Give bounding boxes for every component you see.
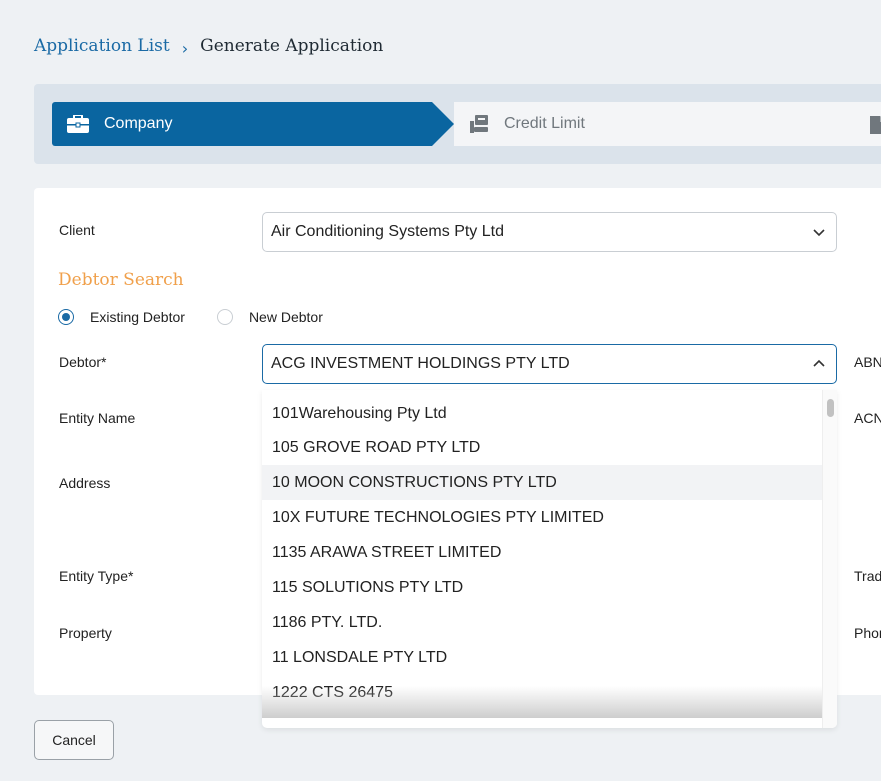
debtor-dropdown-list[interactable]: 101Warehousing Pty Ltd 105 GROVE ROAD PT… <box>262 390 837 728</box>
dropdown-option[interactable]: 1186 PTY. LTD. <box>262 605 822 640</box>
breadcrumb-application-list-link[interactable]: Application List <box>34 36 170 56</box>
acn-label: ACN <box>854 410 881 426</box>
scrollbar-thumb[interactable] <box>827 399 834 417</box>
phone-label: Phon <box>854 625 881 641</box>
existing-debtor-radio[interactable] <box>58 309 74 325</box>
entity-type-label: Entity Type* <box>59 568 134 584</box>
client-select-value: Air Conditioning Systems Pty Ltd <box>271 223 504 240</box>
dropdown-option[interactable]: 1135 ARAWA STREET LIMITED <box>262 535 822 570</box>
cancel-button[interactable]: Cancel <box>34 720 114 760</box>
property-label: Property <box>59 625 112 641</box>
step-credit-limit-label: Credit Limit <box>504 115 585 132</box>
debtor-type-radio-group: Existing Debtor New Debtor <box>58 309 355 325</box>
briefcase-icon <box>66 113 90 135</box>
address-label: Address <box>59 475 111 491</box>
client-label: Client <box>59 222 95 238</box>
chevron-right-icon: › <box>181 38 189 58</box>
client-select[interactable]: Air Conditioning Systems Pty Ltd <box>262 212 837 252</box>
entity-name-label: Entity Name <box>59 410 136 426</box>
step-track: Credit Limit <box>454 102 881 146</box>
dropdown-option[interactable]: 105 GROVE ROAD PTY LTD <box>262 430 822 465</box>
chevron-up-icon <box>812 357 826 371</box>
debtor-select[interactable]: ACG INVESTMENT HOLDINGS PTY LTD <box>262 344 837 384</box>
dropdown-option[interactable]: 11 LONSDALE PTY LTD <box>262 640 822 675</box>
abn-label: ABN <box>854 354 881 370</box>
breadcrumb: Application List › Generate Application <box>34 36 384 58</box>
page-title: Generate Application <box>200 36 384 56</box>
debtor-search-title: Debtor Search <box>58 270 184 290</box>
trading-name-label: Trad <box>854 568 881 584</box>
step-company-label: Company <box>104 115 173 132</box>
debtor-label: Debtor* <box>59 354 107 370</box>
dropdown-option[interactable]: 10 MOON CONSTRUCTIONS PTY LTD <box>262 465 822 500</box>
step-company[interactable]: Company <box>52 102 454 146</box>
step-progress-bar: Company Credit Limit <box>34 84 881 164</box>
dropdown-option[interactable]: 115 SOLUTIONS PTY LTD <box>262 570 822 605</box>
dropdown-option[interactable]: 10X FUTURE TECHNOLOGIES PTY LIMITED <box>262 500 822 535</box>
credit-limit-icon <box>470 114 490 134</box>
dropdown-option[interactable]: 101Warehousing Pty Ltd <box>262 390 822 430</box>
new-debtor-label[interactable]: New Debtor <box>249 309 323 325</box>
debtor-select-value: ACG INVESTMENT HOLDINGS PTY LTD <box>271 355 570 372</box>
chevron-down-icon <box>812 225 826 239</box>
document-icon <box>870 116 881 134</box>
step-credit-limit[interactable]: Credit Limit <box>470 114 585 134</box>
new-debtor-radio[interactable] <box>216 309 233 325</box>
dropdown-scrollbar[interactable] <box>822 390 837 728</box>
dropdown-option[interactable]: 1222 CTS 26475 <box>262 675 822 710</box>
existing-debtor-label[interactable]: Existing Debtor <box>90 309 185 325</box>
